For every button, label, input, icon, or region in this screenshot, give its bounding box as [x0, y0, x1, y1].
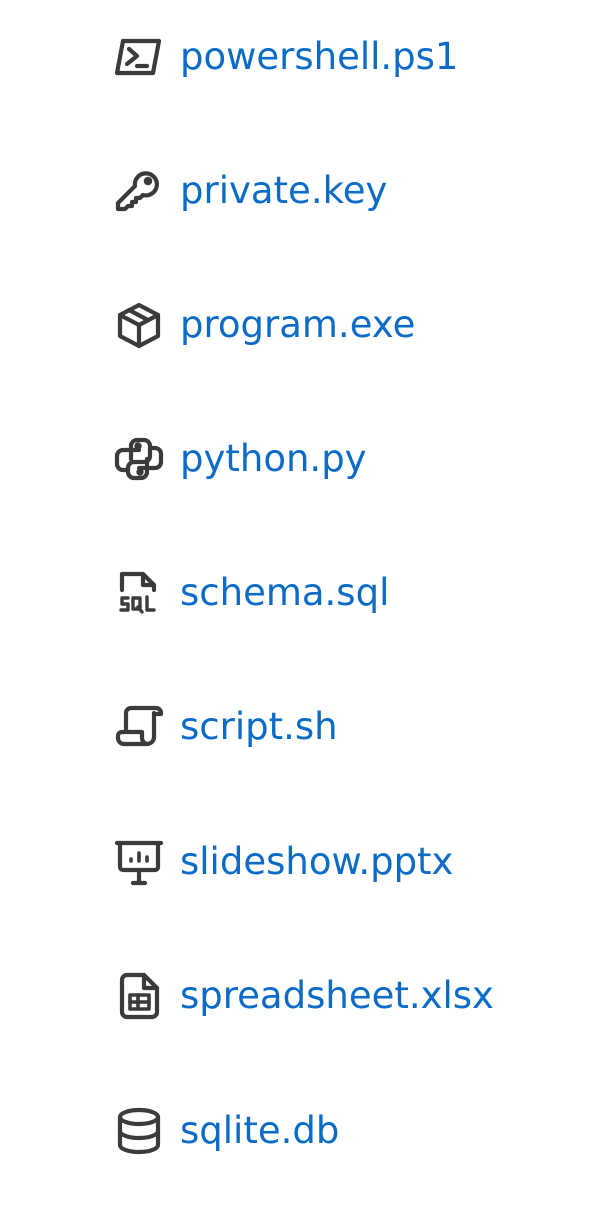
file-name: slideshow.pptx	[180, 840, 454, 883]
file-link-python[interactable]: python.py	[114, 434, 367, 484]
file-list: powershell.ps1 private.key program.exe p…	[0, 0, 613, 1212]
file-link-private-key[interactable]: private.key	[114, 166, 387, 216]
file-name: script.sh	[180, 705, 338, 748]
file-name: powershell.ps1	[180, 35, 459, 78]
database-icon	[114, 1106, 164, 1156]
script-icon	[114, 702, 164, 752]
file-link-schema-sql[interactable]: schema.sql	[114, 568, 389, 618]
file-link-spreadsheet[interactable]: spreadsheet.xlsx	[114, 971, 494, 1021]
file-link-program[interactable]: program.exe	[114, 300, 415, 350]
terminal-icon	[114, 32, 164, 82]
file-link-slideshow[interactable]: slideshow.pptx	[114, 837, 453, 887]
presentation-icon	[114, 837, 164, 887]
python-icon	[114, 434, 164, 484]
sql-file-icon	[114, 568, 164, 618]
package-icon	[114, 300, 164, 350]
file-name: sqlite.db	[180, 1109, 340, 1152]
file-name: spreadsheet.xlsx	[180, 974, 494, 1017]
file-name: program.exe	[180, 303, 416, 346]
key-icon	[114, 166, 164, 216]
file-name: schema.sql	[180, 571, 390, 614]
file-link-script-sh[interactable]: script.sh	[114, 702, 338, 752]
spreadsheet-icon	[114, 971, 164, 1021]
file-link-sqlite[interactable]: sqlite.db	[114, 1106, 339, 1156]
file-name: private.key	[180, 169, 388, 212]
file-link-powershell[interactable]: powershell.ps1	[114, 32, 458, 82]
file-name: python.py	[180, 437, 367, 480]
